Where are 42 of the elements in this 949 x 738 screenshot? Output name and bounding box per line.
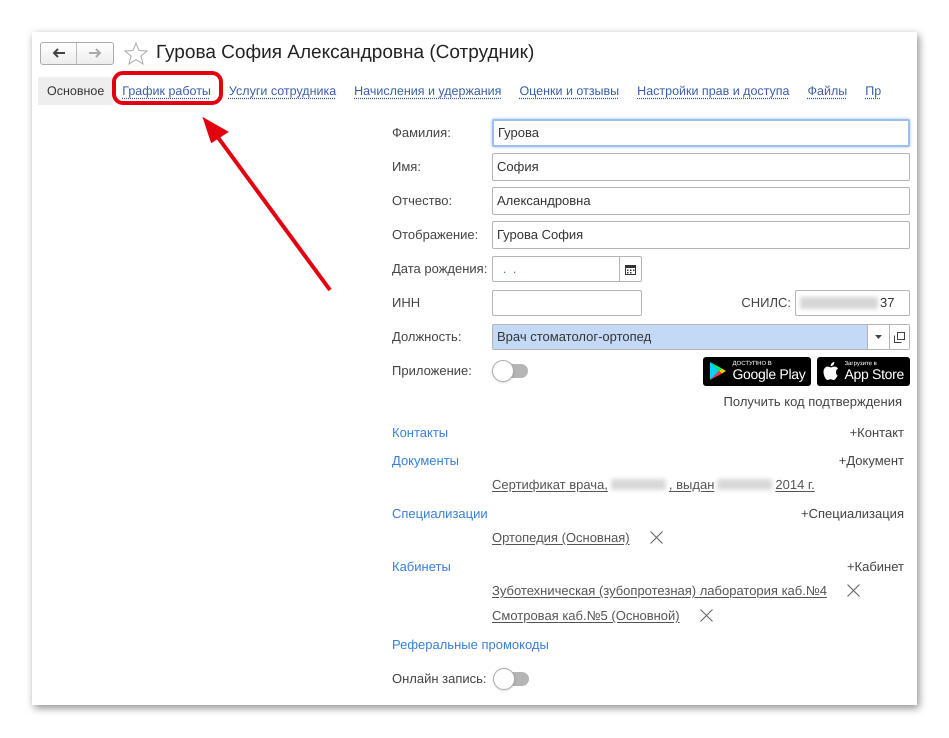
field-label: Фамилия:: [392, 124, 452, 142]
item-link[interactable]: Сертификат врача, , выдан 2014 г.: [492, 474, 815, 494]
add-link[interactable]: +Документ: [838, 451, 904, 471]
field-label: Дата рождения:: [392, 260, 488, 278]
tab[interactable]: Оценки и отзывы: [510, 77, 628, 105]
tab[interactable]: График работы: [113, 77, 220, 105]
section-title[interactable]: Кабинеты: [392, 557, 451, 577]
confirm-code-link[interactable]: Получить код подтверждения: [724, 392, 902, 412]
snils-field[interactable]: 37: [795, 290, 910, 316]
field-label: Отображение:: [392, 226, 480, 244]
item-link[interactable]: Зуботехническая (зубопротезная) лаборатория каб.№4: [492, 580, 828, 600]
item-link[interactable]: Смотровая каб.№5 (Основной): [492, 606, 680, 626]
field-label: Онлайн запись:: [392, 670, 487, 688]
text-field[interactable]: Александровна: [492, 187, 910, 215]
field-label: Приложение:: [392, 362, 473, 380]
add-link[interactable]: +Кабинет: [846, 557, 904, 577]
section-title[interactable]: Документы: [392, 451, 460, 471]
tab[interactable]: Услуги сотрудника: [220, 77, 346, 105]
text-field[interactable]: София: [492, 153, 910, 181]
tab[interactable]: Настройки прав и доступа: [628, 77, 799, 105]
tab[interactable]: Начисления и удержания: [345, 77, 510, 105]
field-label: Имя:: [392, 158, 422, 176]
section-title[interactable]: Контакты: [392, 423, 448, 443]
tab[interactable]: Пр: [856, 77, 890, 105]
add-link[interactable]: +Специализация: [801, 504, 904, 524]
date-field[interactable]: . .: [492, 256, 642, 282]
field-label: Должность:: [392, 328, 462, 346]
item-link[interactable]: Ортопедия (Основная): [492, 528, 630, 548]
tab[interactable]: Основное: [38, 77, 114, 105]
section-title[interactable]: Специализации: [392, 504, 488, 524]
field-label: ИНН: [392, 294, 422, 312]
tab[interactable]: Файлы: [798, 77, 856, 105]
badge-name: App Store: [844, 367, 904, 381]
badge-name: Google Play: [732, 367, 806, 381]
select-field[interactable]: Врач стоматолог-ортопед: [492, 324, 910, 350]
text-field[interactable]: Гурова: [492, 119, 910, 147]
text-field[interactable]: Гурова София: [492, 221, 910, 249]
section-title[interactable]: Реферальные промокоды: [392, 635, 549, 655]
add-link[interactable]: +Контакт: [850, 423, 904, 443]
field-label: Отчество:: [392, 192, 454, 210]
field-label: СНИЛС:: [741, 294, 791, 312]
window-title: Гурова София Александровна (Сотрудник): [156, 40, 534, 65]
